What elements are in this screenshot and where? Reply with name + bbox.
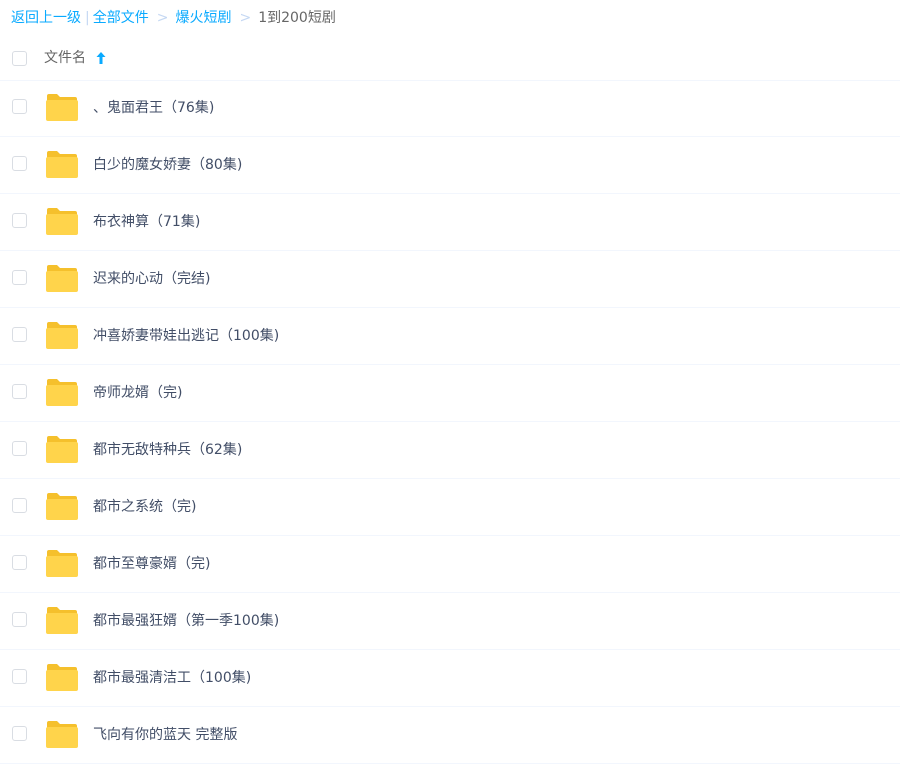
- row-checkbox[interactable]: [12, 555, 27, 570]
- file-name[interactable]: 迟来的心动（完结): [93, 251, 210, 307]
- folder-icon: [46, 550, 78, 577]
- file-list: 、鬼面君王（76集) 白少的魔女娇妻（80集) 布衣神算（71集) 迟来的心动（完结)…: [0, 80, 900, 764]
- back-link[interactable]: 返回上一级: [11, 10, 81, 26]
- folder-icon: [46, 607, 78, 634]
- file-row[interactable]: 白少的魔女娇妻（80集): [0, 137, 900, 194]
- file-name[interactable]: 都市最强清洁工（100集): [93, 650, 251, 706]
- row-checkbox[interactable]: [12, 213, 27, 228]
- breadcrumb-separator: >: [156, 10, 169, 26]
- column-header-filename[interactable]: 文件名: [44, 36, 86, 80]
- file-row[interactable]: 冲喜娇妻带娃出逃记（100集): [0, 308, 900, 365]
- file-list-header: 文件名: [0, 36, 900, 81]
- file-row[interactable]: 都市之系统（完): [0, 479, 900, 536]
- file-name[interactable]: 、鬼面君王（76集): [93, 80, 214, 136]
- row-checkbox[interactable]: [12, 99, 27, 114]
- parent-folder-link[interactable]: 爆火短剧: [175, 10, 231, 26]
- row-checkbox[interactable]: [12, 612, 27, 627]
- folder-icon: [46, 493, 78, 520]
- file-name[interactable]: 都市之系统（完): [93, 479, 196, 535]
- row-checkbox[interactable]: [12, 327, 27, 342]
- folder-icon: [46, 436, 78, 463]
- breadcrumb-divider: |: [85, 10, 90, 26]
- breadcrumb-separator: >: [239, 10, 252, 26]
- file-row[interactable]: 飞向有你的蓝天 完整版: [0, 707, 900, 764]
- folder-icon: [46, 721, 78, 748]
- folder-icon: [46, 265, 78, 292]
- file-row[interactable]: 都市无敌特种兵（62集): [0, 422, 900, 479]
- file-row[interactable]: 都市至尊豪婿（完): [0, 536, 900, 593]
- row-checkbox[interactable]: [12, 669, 27, 684]
- file-name[interactable]: 冲喜娇妻带娃出逃记（100集): [93, 308, 279, 364]
- folder-icon: [46, 322, 78, 349]
- file-row[interactable]: 都市最强清洁工（100集): [0, 650, 900, 707]
- file-row[interactable]: 布衣神算（71集): [0, 194, 900, 251]
- row-checkbox[interactable]: [12, 498, 27, 513]
- row-checkbox[interactable]: [12, 270, 27, 285]
- row-checkbox[interactable]: [12, 156, 27, 171]
- file-name[interactable]: 都市至尊豪婿（完): [93, 536, 210, 592]
- file-row[interactable]: 都市最强狂婿（第一季100集): [0, 593, 900, 650]
- file-row[interactable]: 帝师龙婿（完): [0, 365, 900, 422]
- sort-ascending-icon[interactable]: [95, 51, 107, 65]
- folder-icon: [46, 94, 78, 121]
- all-files-link[interactable]: 全部文件: [93, 10, 149, 26]
- folder-icon: [46, 379, 78, 406]
- file-name[interactable]: 飞向有你的蓝天 完整版: [93, 707, 237, 763]
- file-name[interactable]: 帝师龙婿（完): [93, 365, 182, 421]
- file-row[interactable]: 迟来的心动（完结): [0, 251, 900, 308]
- folder-icon: [46, 664, 78, 691]
- select-all-checkbox[interactable]: [12, 51, 27, 66]
- current-folder-label: 1到200短剧: [258, 10, 336, 26]
- folder-icon: [46, 208, 78, 235]
- row-checkbox[interactable]: [12, 384, 27, 399]
- file-name[interactable]: 布衣神算（71集): [93, 194, 200, 250]
- breadcrumb: 返回上一级 | 全部文件 > 爆火短剧 >1到200短剧: [11, 0, 336, 36]
- folder-icon: [46, 151, 78, 178]
- file-row[interactable]: 、鬼面君王（76集): [0, 80, 900, 137]
- file-name[interactable]: 都市最强狂婿（第一季100集): [93, 593, 279, 649]
- row-checkbox[interactable]: [12, 726, 27, 741]
- row-checkbox[interactable]: [12, 441, 27, 456]
- file-name[interactable]: 白少的魔女娇妻（80集): [93, 137, 242, 193]
- file-name[interactable]: 都市无敌特种兵（62集): [93, 422, 242, 478]
